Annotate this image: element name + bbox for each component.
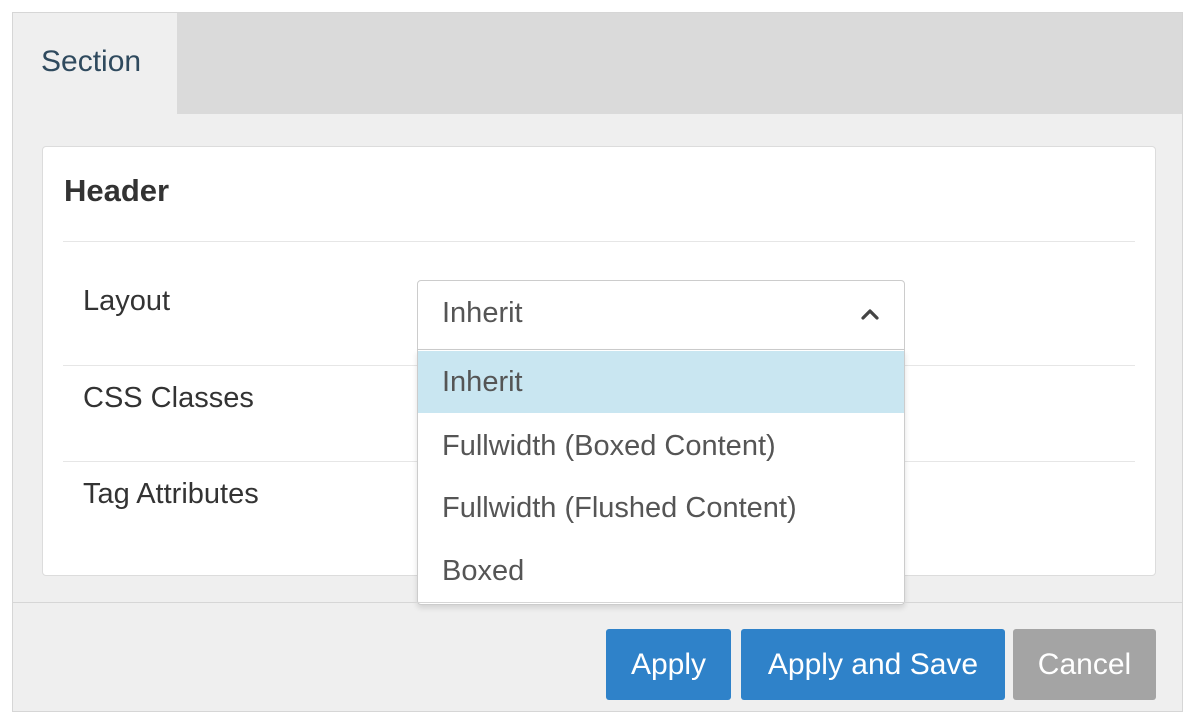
layout-select[interactable]: Inherit	[417, 280, 905, 350]
panel-title: Header	[64, 173, 170, 208]
option-fullwidth-boxed-content[interactable]: Fullwidth (Boxed Content)	[418, 415, 904, 477]
panel-divider	[63, 241, 1135, 242]
option-fullwidth-flushed-content[interactable]: Fullwidth (Flushed Content)	[418, 477, 904, 539]
tab-section[interactable]: Section	[13, 13, 177, 114]
layout-select-value: Inherit	[442, 297, 523, 329]
layout-dropdown-menu: Inherit Fullwidth (Boxed Content) Fullwi…	[417, 350, 905, 605]
option-boxed[interactable]: Boxed	[418, 540, 904, 602]
option-inherit[interactable]: Inherit	[418, 351, 904, 413]
page: Section Header Layout CSS Classes Tag At…	[0, 0, 1200, 713]
footer-divider	[13, 602, 1182, 603]
tab-bar: Section	[13, 13, 1182, 114]
apply-and-save-button[interactable]: Apply and Save	[741, 629, 1005, 700]
apply-button[interactable]: Apply	[606, 629, 731, 700]
section-settings-dialog: Section Header Layout CSS Classes Tag At…	[12, 12, 1183, 712]
layout-label: Layout	[83, 285, 171, 317]
tag-attributes-label: Tag Attributes	[83, 478, 259, 510]
cancel-button[interactable]: Cancel	[1013, 629, 1156, 700]
css-classes-label: CSS Classes	[83, 382, 254, 414]
chevron-up-icon	[861, 309, 879, 320]
